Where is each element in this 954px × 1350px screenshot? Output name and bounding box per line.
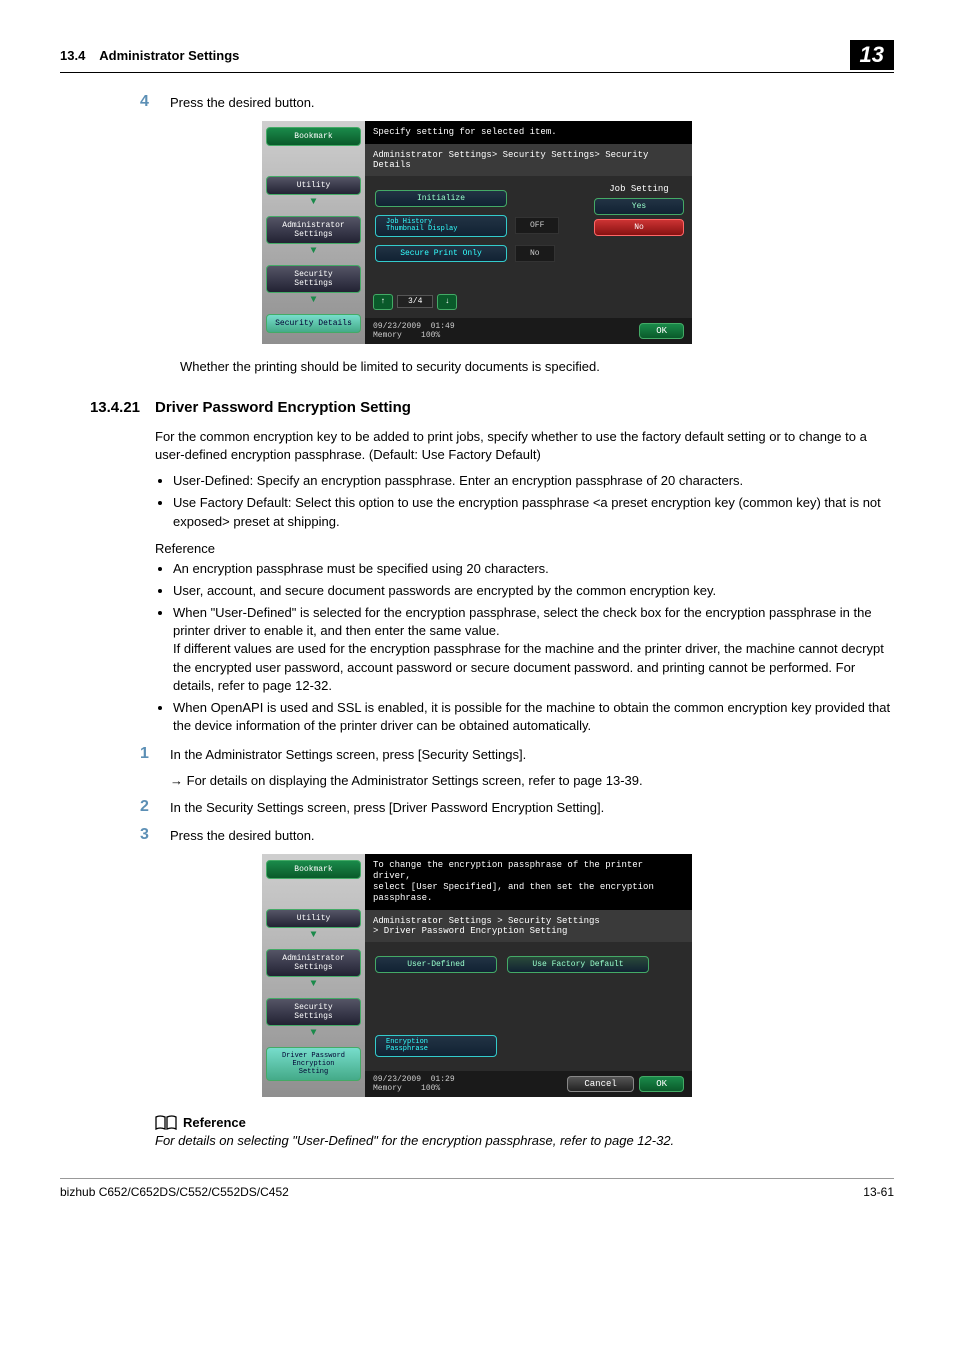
step-text: Press the desired button. — [170, 93, 315, 111]
encryption-passphrase-button[interactable]: Encryption Passphrase — [375, 1035, 497, 1057]
step-text: Press the desired button. — [170, 826, 315, 844]
admin-settings-button[interactable]: Administrator Settings — [266, 949, 361, 977]
subsection-number: 13.4.21 — [60, 399, 155, 416]
status-bar: 09/23/2009 01:29 Memory 100% — [373, 1075, 455, 1093]
step-2: 2 In the Security Settings screen, press… — [140, 798, 894, 816]
paragraph: For the common encryption key to be adde… — [155, 428, 894, 464]
security-settings-button[interactable]: Security Settings — [266, 998, 361, 1026]
secure-print-button[interactable]: Secure Print Only — [375, 245, 507, 262]
list-item: User-Defined: Specify an encryption pass… — [173, 472, 894, 490]
step-number: 2 — [140, 798, 170, 816]
job-history-value: OFF — [515, 217, 559, 234]
footer-model: bizhub C652/C652DS/C552/C552DS/C452 — [60, 1185, 289, 1199]
arrow-down-icon: ▼ — [266, 979, 361, 990]
bullet-list: User-Defined: Specify an encryption pass… — [155, 472, 894, 531]
ok-button[interactable]: OK — [639, 1076, 684, 1092]
security-settings-button[interactable]: Security Settings — [266, 265, 361, 293]
list-item: User, account, and secure document passw… — [173, 582, 894, 600]
cancel-button[interactable]: Cancel — [567, 1076, 633, 1092]
step-number: 1 — [140, 745, 170, 763]
book-icon — [155, 1115, 177, 1131]
job-history-button[interactable]: Job History Thumbnail Display — [375, 215, 507, 237]
page-indicator: 3/4 — [397, 295, 433, 308]
screenshot-security-details: Bookmark Utility ▼ Administrator Setting… — [262, 121, 692, 344]
pager: ↑ 3/4 ↓ — [373, 294, 588, 310]
breadcrumb: Administrator Settings> Security Setting… — [365, 144, 692, 176]
step-text: In the Administrator Settings screen, pr… — [170, 745, 526, 763]
step-sub: For details on displaying the Administra… — [170, 773, 894, 788]
yes-button[interactable]: Yes — [594, 198, 684, 215]
step-number: 4 — [140, 93, 170, 111]
reference-title: Reference — [183, 1115, 246, 1130]
page-up-button[interactable]: ↑ — [373, 294, 393, 310]
admin-settings-button[interactable]: Administrator Settings — [266, 216, 361, 244]
list-item: When "User-Defined" is selected for the … — [173, 604, 894, 695]
utility-button[interactable]: Utility — [266, 176, 361, 195]
list-item: An encryption passphrase must be specifi… — [173, 560, 894, 578]
page-footer: bizhub C652/C652DS/C552/C552DS/C452 13-6… — [60, 1178, 894, 1199]
status-bar: 09/23/2009 01:49 Memory 100% — [373, 322, 455, 340]
reference-text: For details on selecting "User-Defined" … — [155, 1133, 894, 1148]
list-item: Use Factory Default: Select this option … — [173, 494, 894, 530]
instruction-text: Specify setting for selected item. — [365, 121, 692, 144]
arrow-down-icon: ▼ — [266, 295, 361, 306]
arrow-down-icon: ▼ — [266, 930, 361, 941]
subsection-heading: 13.4.21 Driver Password Encryption Setti… — [60, 399, 894, 416]
user-defined-tab[interactable]: User-Defined — [375, 956, 497, 973]
ok-button[interactable]: OK — [639, 323, 684, 339]
factory-default-tab[interactable]: Use Factory Default — [507, 956, 649, 973]
screenshot-driver-password: Bookmark Utility ▼ Administrator Setting… — [262, 854, 692, 1096]
subsection-title: Driver Password Encryption Setting — [155, 399, 411, 416]
arrow-down-icon: ▼ — [266, 197, 361, 208]
page-header: 13.4 Administrator Settings 13 — [60, 40, 894, 73]
step-3: 3 Press the desired button. — [140, 826, 894, 844]
secure-print-value: No — [515, 245, 555, 262]
no-button[interactable]: No — [594, 219, 684, 236]
arrow-down-icon: ▼ — [266, 1028, 361, 1039]
bookmark-button[interactable]: Bookmark — [266, 127, 361, 146]
footer-page: 13-61 — [863, 1185, 894, 1199]
reference-label: Reference — [155, 541, 894, 556]
step-number: 3 — [140, 826, 170, 844]
arrow-down-icon: ▼ — [266, 246, 361, 257]
bullet-list: An encryption passphrase must be specifi… — [155, 560, 894, 736]
list-item: When OpenAPI is used and SSL is enabled,… — [173, 699, 894, 735]
initialize-button[interactable]: Initialize — [375, 190, 507, 207]
step-1: 1 In the Administrator Settings screen, … — [140, 745, 894, 763]
step-text: In the Security Settings screen, press [… — [170, 798, 604, 816]
utility-button[interactable]: Utility — [266, 909, 361, 928]
reference-callout: Reference — [155, 1115, 894, 1131]
caption: Whether the printing should be limited t… — [180, 359, 894, 374]
chapter-badge: 13 — [850, 40, 894, 70]
driver-password-button[interactable]: Driver Password Encryption Setting — [266, 1047, 361, 1081]
security-details-button[interactable]: Security Details — [266, 314, 361, 333]
step-4: 4 Press the desired button. — [140, 93, 894, 111]
breadcrumb: Administrator Settings > Security Settin… — [365, 910, 692, 942]
section-title: Administrator Settings — [99, 48, 239, 63]
section-number: 13.4 — [60, 48, 85, 63]
page-down-button[interactable]: ↓ — [437, 294, 457, 310]
instruction-text: To change the encryption passphrase of t… — [365, 854, 692, 909]
bookmark-button[interactable]: Bookmark — [266, 860, 361, 879]
job-setting-label: Job Setting — [594, 184, 684, 194]
